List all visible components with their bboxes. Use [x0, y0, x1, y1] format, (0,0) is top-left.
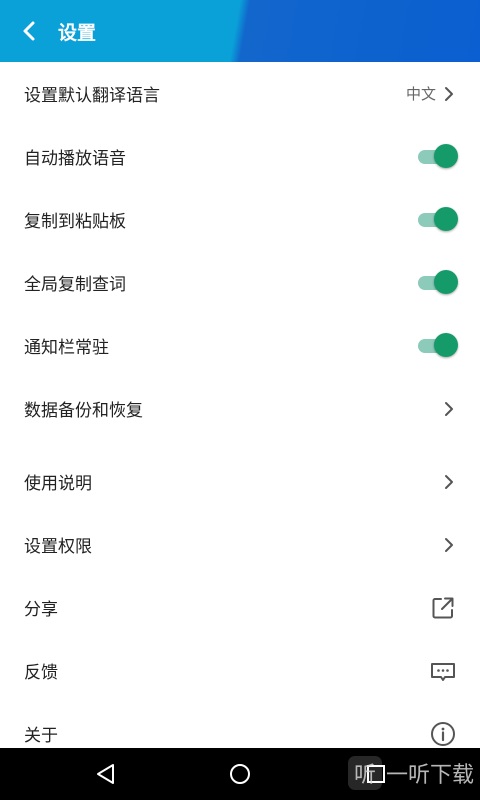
app-header: 设置	[0, 0, 480, 62]
setting-label: 设置默认翻译语言	[24, 86, 160, 106]
watermark-logo: 听	[347, 756, 382, 790]
home-circle-icon[interactable]	[228, 762, 252, 786]
setting-label: 自动播放语音	[24, 149, 126, 169]
setting-translate-language[interactable]: 设置默认翻译语言 中文	[0, 62, 480, 125]
chevron-right-icon	[445, 401, 453, 416]
setting-value: 中文	[405, 85, 436, 103]
autoplay-voice-toggle[interactable]	[418, 143, 458, 170]
setting-permissions[interactable]: 设置权限	[0, 513, 480, 576]
setting-global-copy-lookup: 全局复制查词	[0, 251, 480, 314]
setting-label: 反馈	[24, 663, 58, 683]
back-triangle-icon[interactable]	[94, 762, 118, 786]
info-icon	[431, 721, 455, 746]
setting-label: 全局复制查词	[24, 275, 126, 295]
copy-to-clipboard-toggle[interactable]	[418, 206, 458, 233]
setting-feedback[interactable]: 反馈	[0, 639, 480, 702]
page-title: 设置	[58, 22, 97, 44]
setting-backup-restore[interactable]: 数据备份和恢复	[0, 377, 480, 440]
setting-instructions[interactable]: 使用说明	[0, 450, 480, 513]
notification-resident-toggle[interactable]	[418, 332, 458, 359]
watermark-text: 一听下载	[385, 763, 474, 788]
setting-copy-to-clipboard: 复制到粘贴板	[0, 188, 480, 251]
chevron-right-icon	[445, 474, 453, 489]
chevron-right-icon	[445, 537, 453, 552]
setting-label: 关于	[24, 726, 58, 746]
back-button[interactable]	[14, 16, 44, 46]
setting-autoplay-voice: 自动播放语音	[0, 125, 480, 188]
setting-notification-resident: 通知栏常驻	[0, 314, 480, 377]
setting-label: 通知栏常驻	[24, 338, 109, 358]
global-copy-lookup-toggle[interactable]	[418, 269, 458, 296]
chevron-right-icon	[445, 86, 453, 101]
settings-list: 设置默认翻译语言 中文 自动播放语音 复制到粘贴板 全局复制查词 通知栏常驻 数…	[0, 62, 480, 765]
setting-share[interactable]: 分享	[0, 576, 480, 639]
setting-label: 设置权限	[24, 537, 92, 557]
chat-bubble-icon	[431, 662, 455, 681]
setting-label: 复制到粘贴板	[24, 212, 126, 232]
setting-label: 分享	[24, 600, 58, 620]
share-external-icon	[432, 597, 454, 618]
watermark: 听 一听下载	[347, 756, 474, 790]
setting-label: 数据备份和恢复	[24, 401, 143, 421]
chevron-left-icon	[23, 21, 35, 41]
setting-label: 使用说明	[24, 474, 92, 494]
